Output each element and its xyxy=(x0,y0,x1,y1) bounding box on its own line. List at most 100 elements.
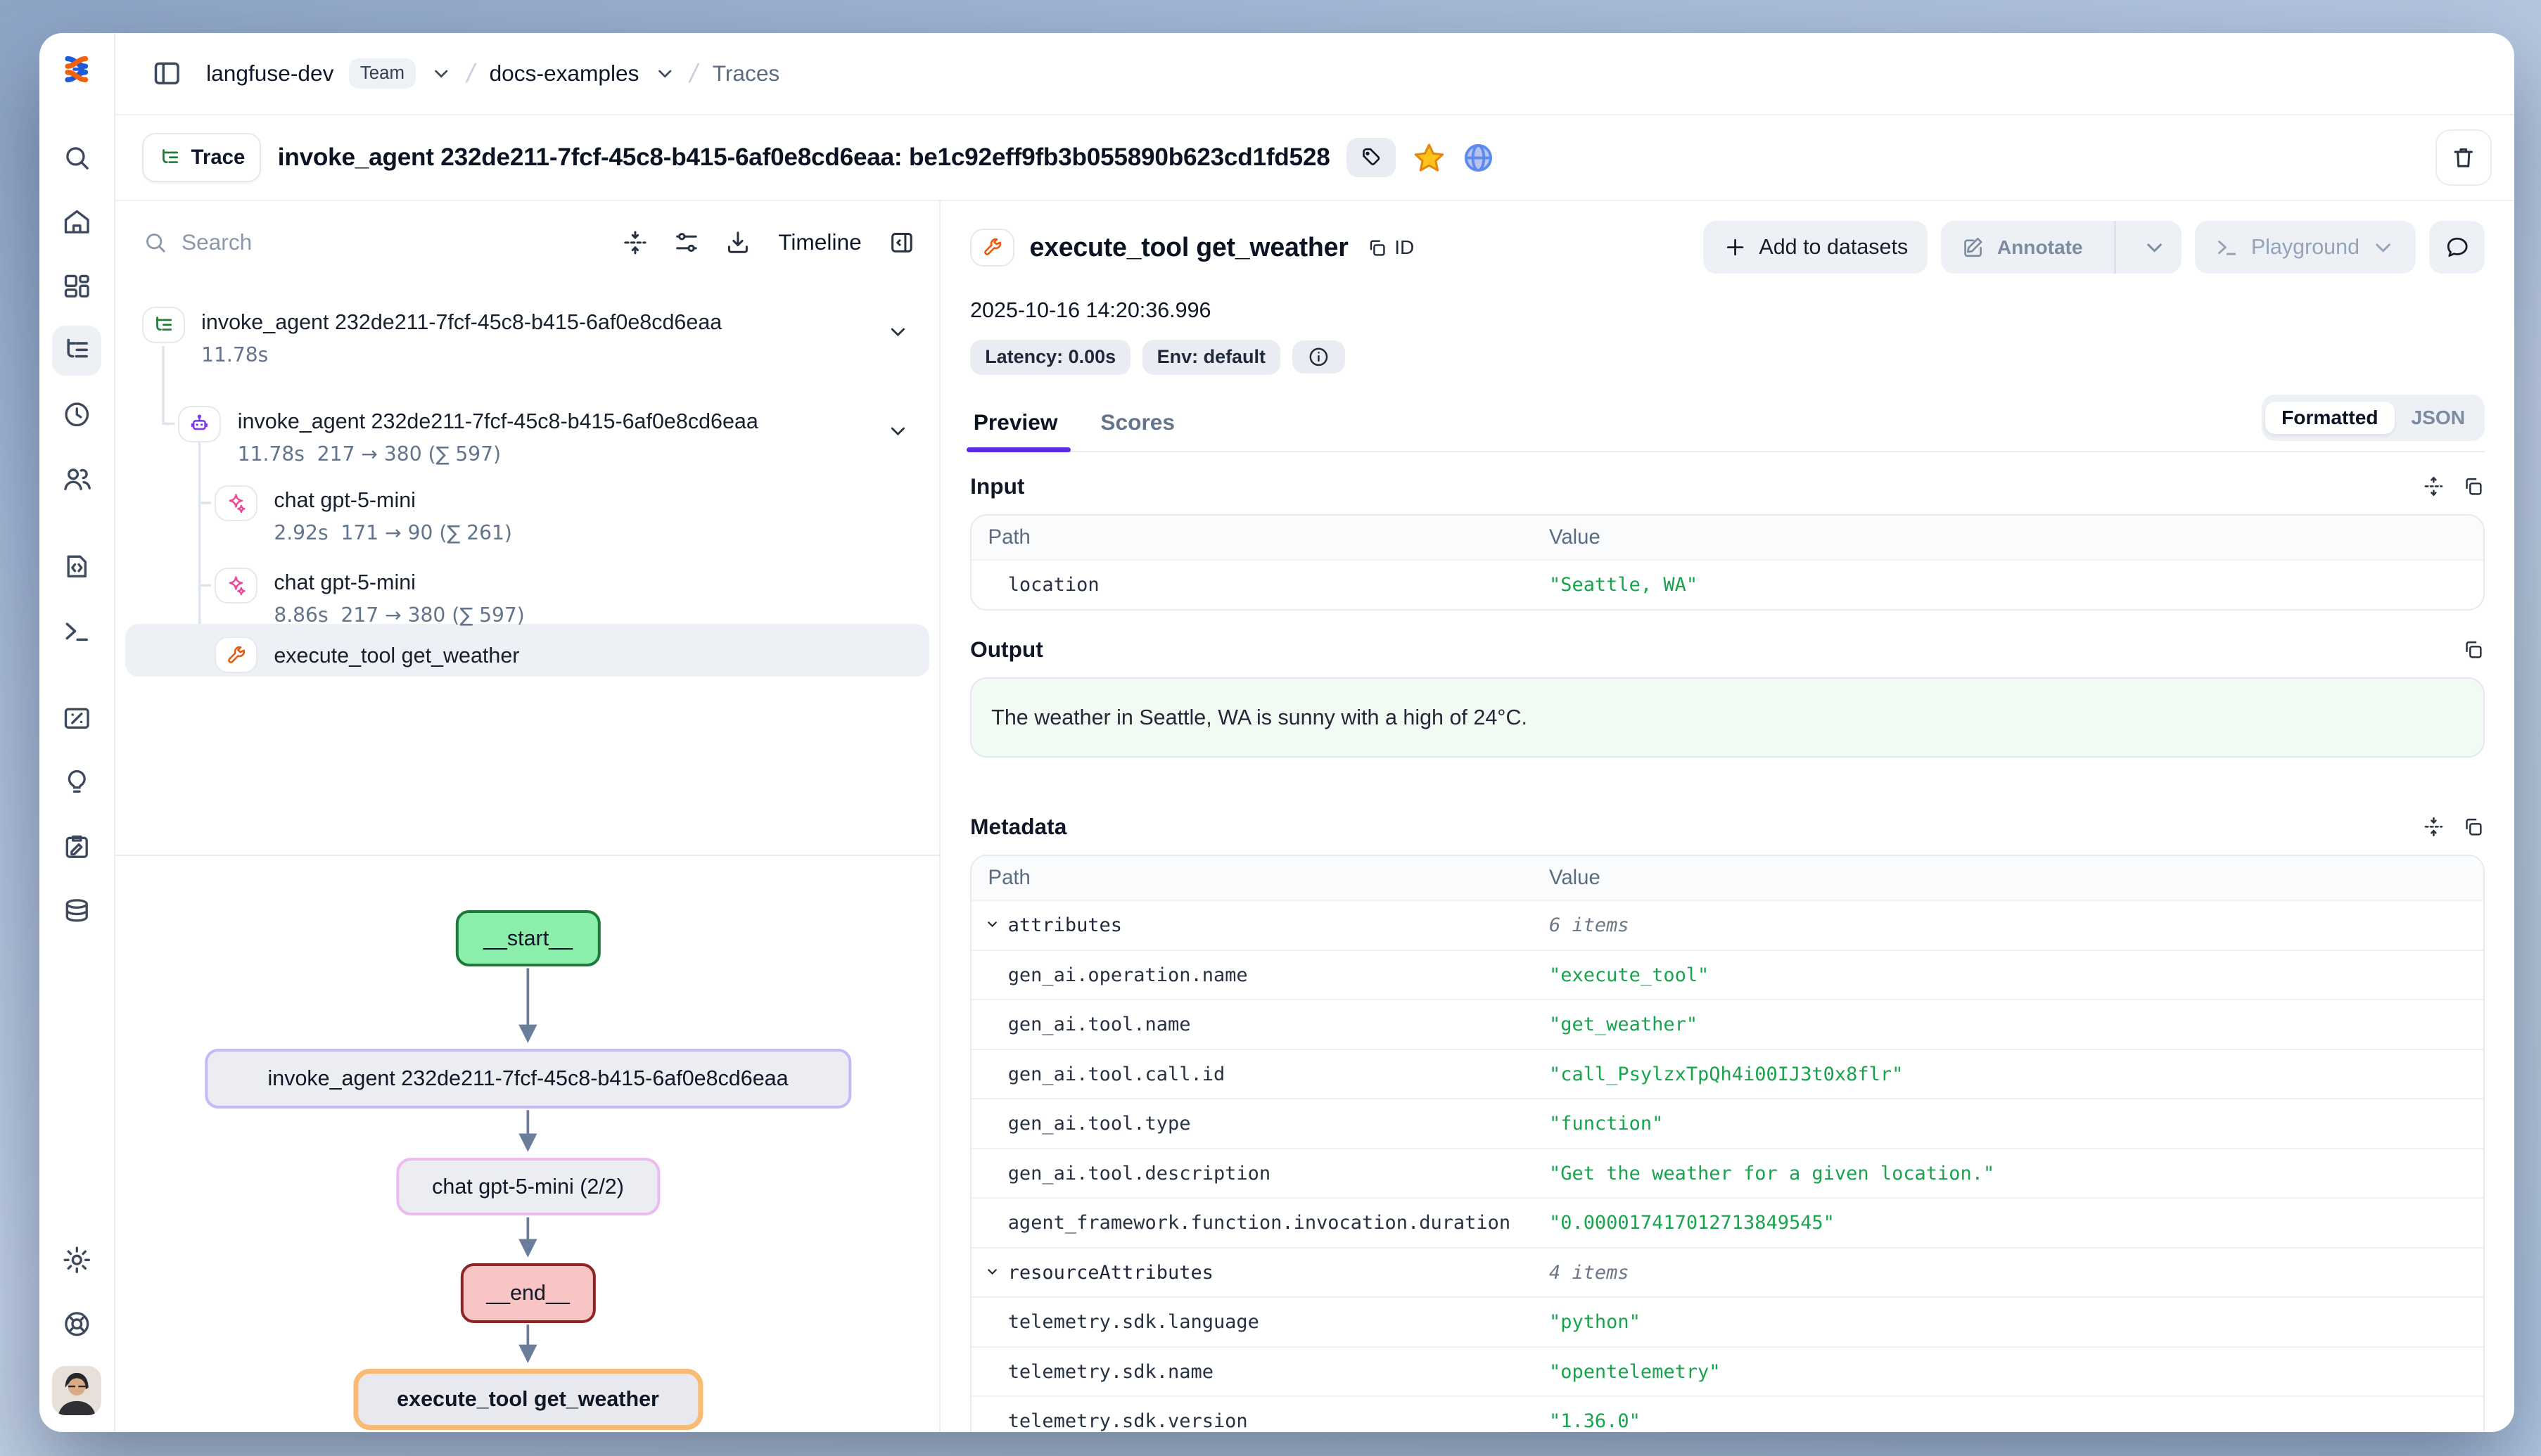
metadata-table: Path Value attributes 6 items gen_ai xyxy=(970,855,2485,1432)
metadata-row-path: gen_ai.tool.call.id xyxy=(972,1050,1532,1100)
table-row[interactable]: agent_framework.function.invocation.dura… xyxy=(972,1199,2483,1249)
evaluation-icon[interactable] xyxy=(52,694,101,743)
table-row[interactable]: attributes 6 items xyxy=(972,901,2483,951)
copy-icon[interactable] xyxy=(2462,815,2485,838)
home-icon[interactable] xyxy=(52,197,101,246)
comments-button[interactable] xyxy=(2429,221,2485,274)
chevron-down-icon xyxy=(985,1264,1000,1279)
span-search[interactable] xyxy=(142,229,599,256)
breadcrumb-project[interactable]: docs-examples xyxy=(490,60,639,87)
table-row: location "Seattle, WA" xyxy=(972,561,2483,609)
graph-node-start[interactable]: __start__ xyxy=(455,910,600,966)
table-row[interactable]: gen_ai.tool.name "get_weather" xyxy=(972,1000,2483,1050)
copy-icon[interactable] xyxy=(2462,475,2485,498)
annotate-dropdown-button[interactable] xyxy=(2127,221,2182,274)
delete-trace-button[interactable] xyxy=(2435,129,2492,186)
timeline-toggle[interactable]: Timeline xyxy=(778,229,861,255)
graph-node-invoke-agent[interactable]: invoke_agent 232de211-7fcf-45c8-b415-6af… xyxy=(205,1049,851,1108)
annotation-queues-icon[interactable] xyxy=(52,822,101,871)
table-row[interactable]: telemetry.sdk.version "1.36.0" xyxy=(972,1397,2483,1431)
span-row-root[interactable]: invoke_agent 232de211-7fcf-45c8-b415-6af… xyxy=(115,300,939,376)
tracing-icon[interactable] xyxy=(52,326,101,375)
settings-icon[interactable] xyxy=(52,1235,101,1284)
span-row-chat-2[interactable]: chat gpt-5-mini 8.86s 217 → 380 (∑ 597) xyxy=(115,548,939,624)
collapse-all-button[interactable] xyxy=(621,229,649,257)
metadata-row-value: "opentelemetry" xyxy=(1533,1348,2484,1398)
chevron-down-icon[interactable] xyxy=(886,419,910,442)
download-button[interactable] xyxy=(724,229,752,257)
annotate-pencil-icon xyxy=(1961,235,1985,260)
expand-icon[interactable] xyxy=(2422,475,2445,498)
sessions-icon[interactable] xyxy=(52,390,101,440)
input-table: Path Value location "Seattle, WA" xyxy=(970,514,2485,611)
input-section-header: Input xyxy=(970,473,2485,499)
tags-button[interactable] xyxy=(1346,138,1396,177)
trash-icon xyxy=(2450,144,2477,171)
support-icon[interactable] xyxy=(52,1299,101,1348)
chevron-down-icon[interactable] xyxy=(886,320,910,343)
format-json[interactable]: JSON xyxy=(2395,402,2482,434)
table-row[interactable]: telemetry.sdk.language "python" xyxy=(972,1298,2483,1348)
span-row-chat-1[interactable]: chat gpt-5-mini 2.92s 171 → 90 (∑ 261) xyxy=(115,465,939,541)
tab-preview[interactable]: Preview xyxy=(970,400,1061,450)
trace-tree-panel: Timeline xyxy=(115,201,941,1432)
table-row[interactable]: gen_ai.tool.type "function" xyxy=(972,1099,2483,1149)
observation-badges: Latency: 0.00s Env: default xyxy=(970,340,2485,375)
tag-icon xyxy=(1360,146,1383,170)
table-row[interactable]: gen_ai.operation.name "execute_tool" xyxy=(972,951,2483,1001)
breadcrumb-section[interactable]: Traces xyxy=(713,60,780,87)
metadata-row-value: "function" xyxy=(1533,1099,2484,1149)
table-row[interactable]: gen_ai.tool.call.id "call_PsylzxTpQh4i00… xyxy=(972,1050,2483,1100)
format-formatted[interactable]: Formatted xyxy=(2265,402,2395,434)
playground-button[interactable]: Playground xyxy=(2195,221,2416,274)
chevron-down-icon[interactable] xyxy=(654,63,675,84)
info-badge[interactable] xyxy=(1292,340,1345,373)
generation-icon xyxy=(215,568,257,604)
metadata-row-value: "python" xyxy=(1533,1298,2484,1348)
copy-icon[interactable] xyxy=(2462,638,2485,661)
chevron-down-icon[interactable] xyxy=(431,63,452,84)
display-settings-button[interactable] xyxy=(673,229,701,257)
output-section-header: Output xyxy=(970,637,2485,663)
table-row[interactable]: telemetry.sdk.name "opentelemetry" xyxy=(972,1348,2483,1398)
search-icon[interactable] xyxy=(52,133,101,182)
datasets-icon[interactable] xyxy=(52,886,101,935)
bookmark-star-icon[interactable] xyxy=(1413,141,1446,174)
graph-node-execute-tool[interactable]: execute_tool get_weather xyxy=(353,1369,703,1430)
annotate-split-button: Annotate xyxy=(1941,221,2182,274)
annotate-button[interactable]: Annotate xyxy=(1941,221,2103,274)
public-globe-icon[interactable] xyxy=(1462,141,1495,174)
playground-icon[interactable] xyxy=(52,606,101,656)
sidebar-toggle-icon[interactable] xyxy=(142,49,191,98)
span-row-tool[interactable]: execute_tool get_weather xyxy=(115,630,939,683)
graph-node-chat[interactable]: chat gpt-5-mini (2/2) xyxy=(396,1158,660,1215)
users-icon[interactable] xyxy=(52,454,101,504)
evaluators-icon[interactable] xyxy=(52,758,101,807)
span-title: invoke_agent 232de211-7fcf-45c8-b415-6af… xyxy=(201,310,722,335)
user-avatar[interactable] xyxy=(52,1366,101,1415)
copy-id-button[interactable]: ID xyxy=(1366,236,1414,259)
tool-wrench-icon xyxy=(215,637,257,673)
detail-tabs: Preview Scores Formatted JSON xyxy=(970,395,2485,452)
input-row-path: location xyxy=(972,561,1532,609)
breadcrumb-org[interactable]: langfuse-dev xyxy=(206,60,333,87)
tab-scores[interactable]: Scores xyxy=(1097,400,1178,450)
add-to-datasets-button[interactable]: Add to datasets xyxy=(1703,221,1928,274)
search-input[interactable] xyxy=(182,229,363,255)
span-row-agent[interactable]: invoke_agent 232de211-7fcf-45c8-b415-6af… xyxy=(115,383,939,459)
env-badge: Env: default xyxy=(1142,340,1281,375)
metadata-col-value: Value xyxy=(1533,856,2484,901)
add-to-datasets-label: Add to datasets xyxy=(1759,235,1908,260)
output-heading: Output xyxy=(970,637,1043,663)
collapse-panel-button[interactable] xyxy=(888,229,916,257)
observation-detail-panel: execute_tool get_weather ID Add to datas… xyxy=(941,201,2515,1432)
metadata-row-value: "0.000017417012713849545" xyxy=(1533,1199,2484,1249)
table-row[interactable]: resourceAttributes 4 items xyxy=(972,1249,2483,1298)
table-row[interactable]: gen_ai.tool.description "Get the weather… xyxy=(972,1149,2483,1199)
metadata-row-path: gen_ai.tool.name xyxy=(972,1000,1532,1050)
comment-bubble-icon xyxy=(2444,234,2471,261)
graph-node-end[interactable]: __end__ xyxy=(460,1263,595,1322)
dashboards-icon[interactable] xyxy=(52,262,101,311)
prompts-icon[interactable] xyxy=(52,542,101,591)
collapse-icon[interactable] xyxy=(2422,815,2445,838)
